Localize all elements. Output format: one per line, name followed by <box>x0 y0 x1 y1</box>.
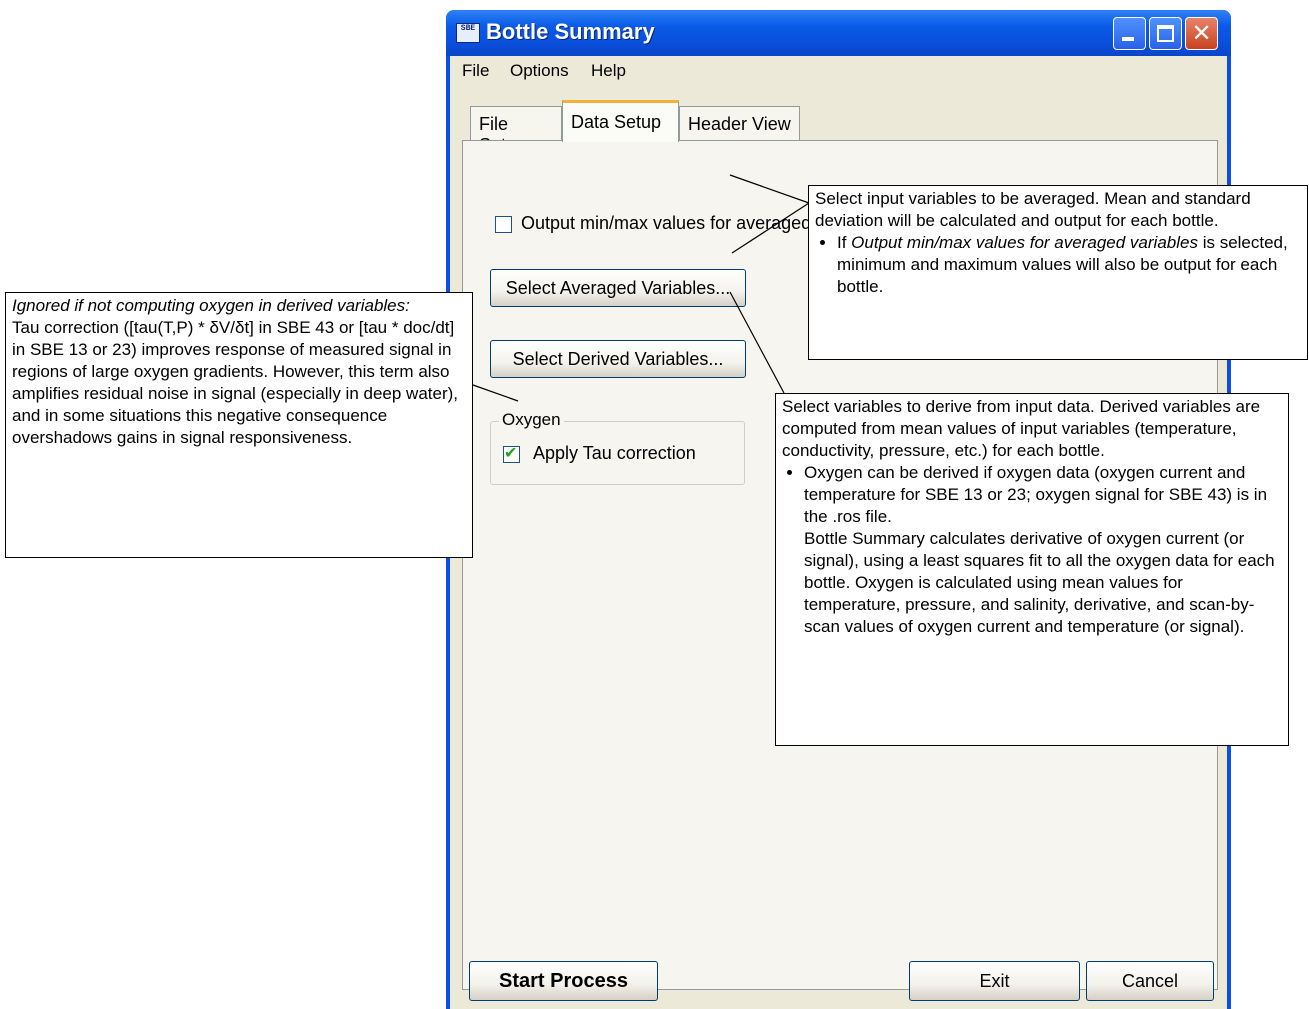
select-derived-variables-button[interactable]: Select Derived Variables... <box>490 340 746 378</box>
minmax-checkbox[interactable] <box>495 216 512 233</box>
menu-options[interactable]: Options <box>510 61 569 81</box>
app-icon: SBE <box>456 23 480 43</box>
averaged-variables-callout: Select input variables to be averaged. M… <box>808 185 1308 360</box>
averaged-callout-text: Select input variables to be averaged. M… <box>815 189 1251 230</box>
averaged-callout-bullet: If Output min/max values for averaged va… <box>837 232 1301 298</box>
window-title: Bottle Summary <box>486 19 655 44</box>
maximize-button[interactable] <box>1149 17 1182 50</box>
tab-data-setup[interactable]: Data Setup <box>562 100 679 142</box>
derived-callout-text: Select variables to derive from input da… <box>782 397 1261 460</box>
tau-correction-checkbox[interactable]: ✔ <box>503 443 520 463</box>
minimize-icon <box>1122 37 1134 41</box>
minimize-button[interactable] <box>1113 17 1146 50</box>
oxygen-groupbox: Oxygen ✔ Apply Tau correction <box>490 410 745 485</box>
maximize-icon <box>1157 25 1174 42</box>
derived-callout-bullet: Oxygen can be derived if oxygen data (ox… <box>804 462 1282 638</box>
oxygen-group-label: Oxygen <box>499 410 564 430</box>
menu-help[interactable]: Help <box>591 61 626 81</box>
tab-file-setup[interactable]: File Setup <box>470 106 562 155</box>
close-button[interactable]: ✕ <box>1185 17 1218 50</box>
derived-variables-callout: Select variables to derive from input da… <box>775 393 1289 746</box>
tau-correction-callout: Ignored if not computing oxygen in deriv… <box>5 292 473 558</box>
start-process-button[interactable]: Start Process <box>469 961 658 1001</box>
exit-button[interactable]: Exit <box>909 961 1080 1001</box>
tab-header-view[interactable]: Header View <box>679 106 800 140</box>
check-icon: ✔ <box>504 443 518 462</box>
close-icon: ✕ <box>1191 19 1212 47</box>
tau-correction-label: Apply Tau correction <box>533 443 696 463</box>
title-bar[interactable]: SBE Bottle Summary ✕ <box>446 10 1231 56</box>
menu-bar: File Options Help <box>450 56 1227 86</box>
tau-callout-text: Tau correction ([tau(T,P) * δV/δt] in SB… <box>12 318 459 447</box>
cancel-button[interactable]: Cancel <box>1086 961 1214 1001</box>
tau-callout-heading: Ignored if not computing oxygen in deriv… <box>12 296 410 315</box>
select-averaged-variables-button[interactable]: Select Averaged Variables... <box>490 269 746 307</box>
menu-file[interactable]: File <box>462 61 489 81</box>
